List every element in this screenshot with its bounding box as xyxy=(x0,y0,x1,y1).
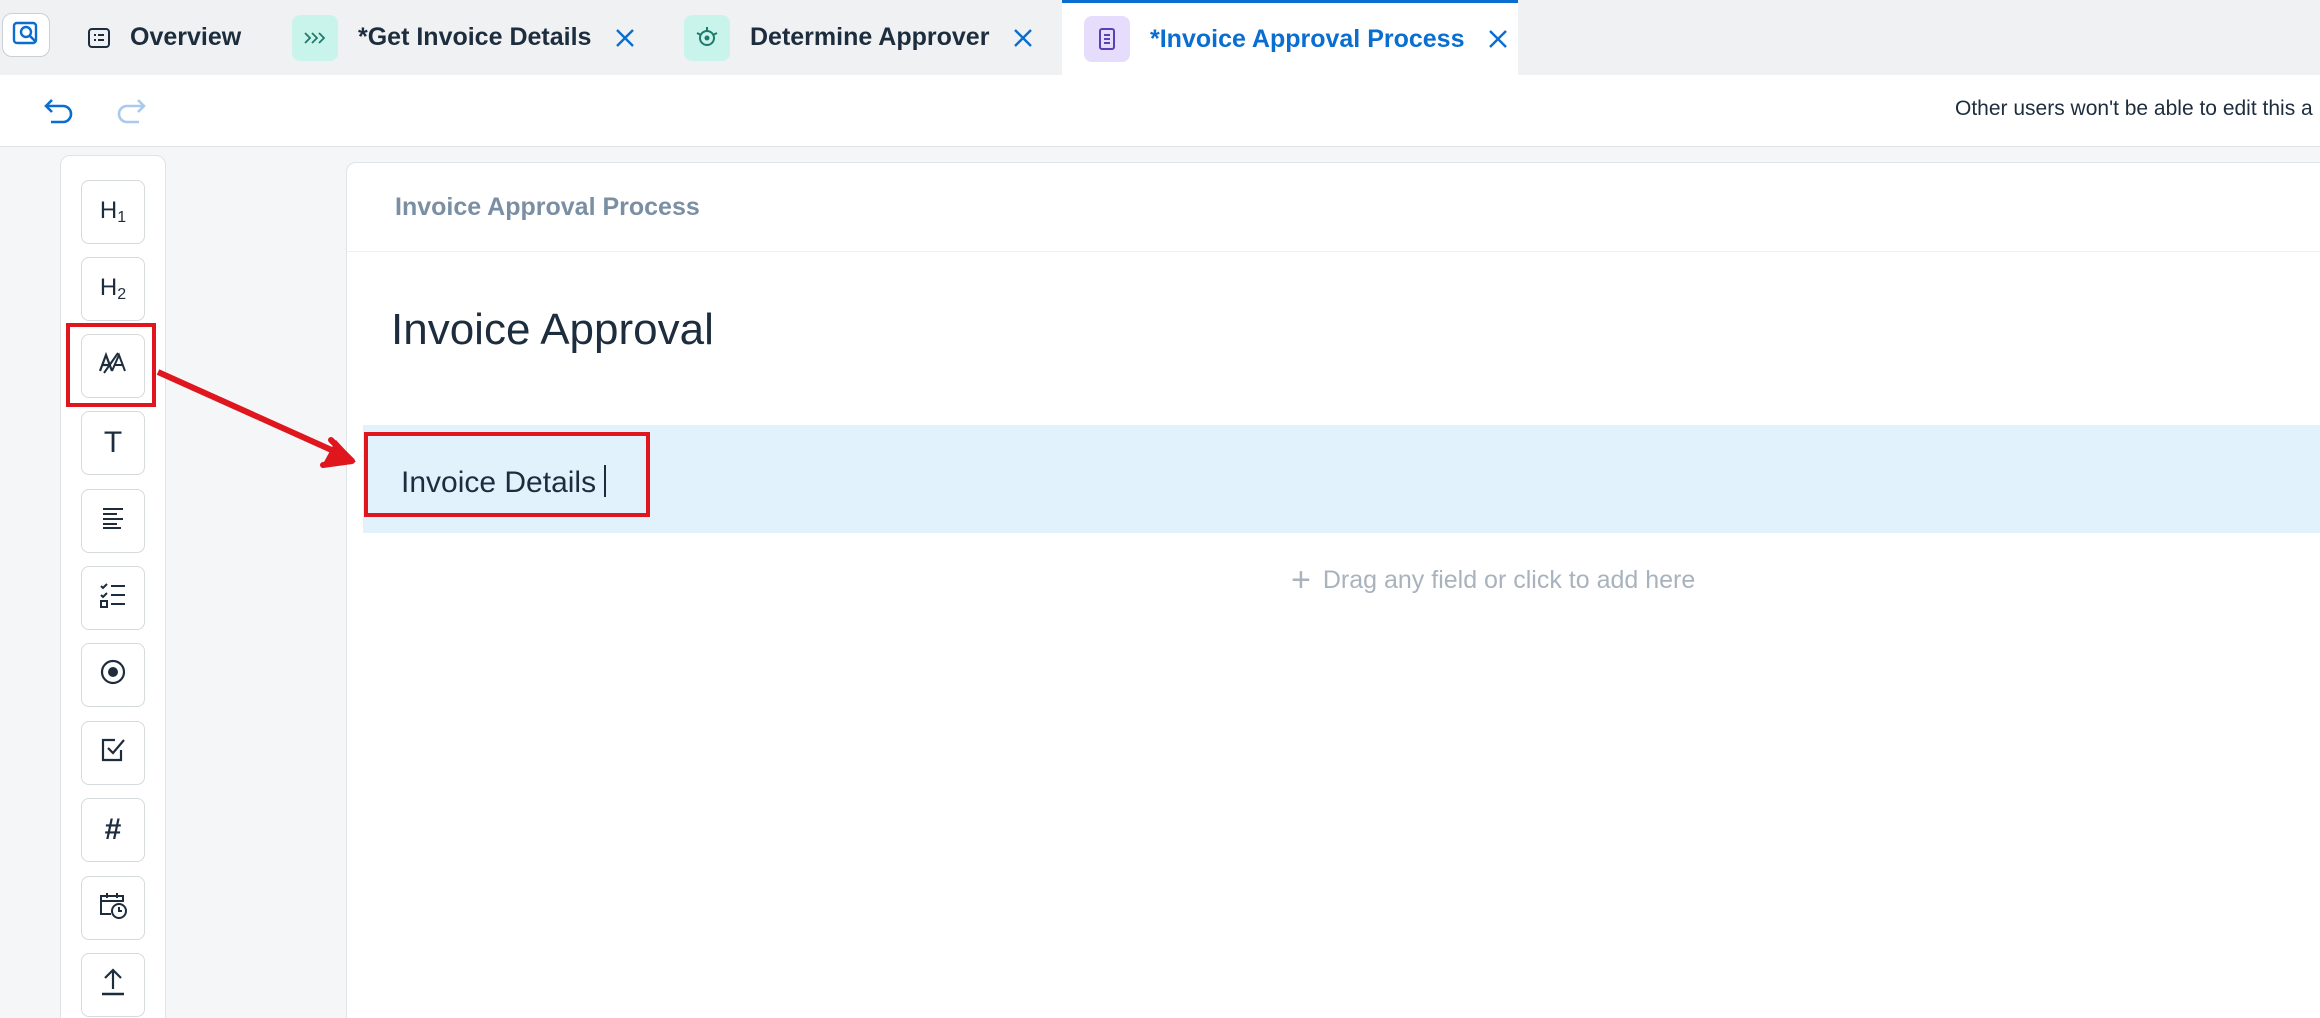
annotation-arrow xyxy=(156,369,356,468)
